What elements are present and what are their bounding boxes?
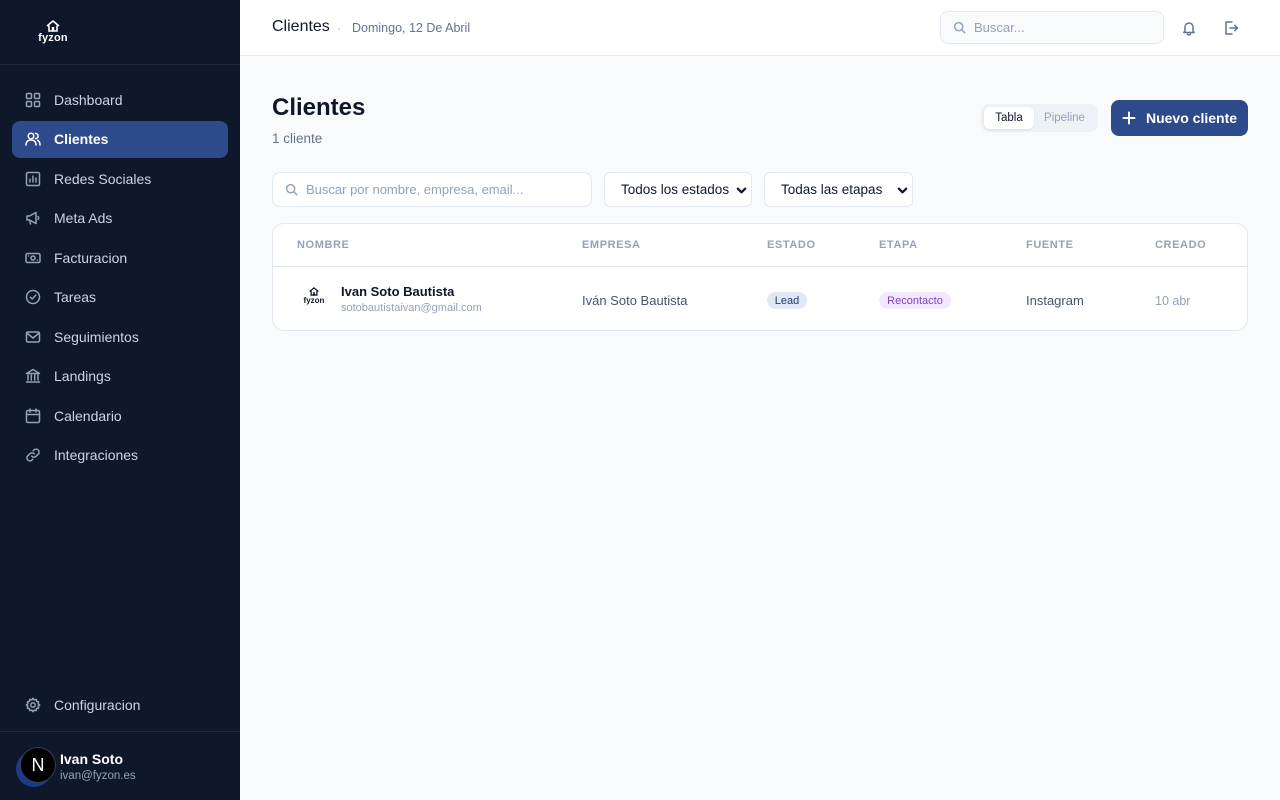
topbar-title: Clientes xyxy=(272,18,330,35)
sidebar-item-integraciones[interactable]: Integraciones xyxy=(12,437,228,474)
clients-table: NOMBRE EMPRESA ESTADO ETAPA FUENTE CREAD… xyxy=(272,223,1248,331)
sidebar-item-dashboard[interactable]: Dashboard xyxy=(12,81,228,118)
sidebar-item-redes-sociales[interactable]: Redes Sociales xyxy=(12,160,228,197)
app-logo[interactable]: fyzon xyxy=(38,20,68,44)
home-logo-icon xyxy=(309,287,319,296)
column-header-estado[interactable]: ESTADO xyxy=(767,239,816,251)
sidebar-item-label: Calendario xyxy=(54,407,122,424)
sidebar-item-calendario[interactable]: Calendario xyxy=(12,397,228,434)
link-icon xyxy=(25,447,41,463)
column-header-empresa[interactable]: EMPRESA xyxy=(582,239,641,251)
client-count: 1 cliente xyxy=(272,131,323,146)
sidebar-item-label: Seguimientos xyxy=(54,328,139,345)
notifications-button[interactable] xyxy=(1179,18,1199,38)
sidebar-item-label: Redes Sociales xyxy=(54,170,152,187)
stage-badge: Recontacto xyxy=(879,292,951,309)
sidebar-item-label: Integraciones xyxy=(54,447,139,463)
new-client-label: Nuevo cliente xyxy=(1145,110,1238,126)
new-client-button[interactable]: Nuevo cliente xyxy=(1111,100,1248,136)
search-icon xyxy=(953,21,966,34)
status-filter-select[interactable]: Todos los estados xyxy=(604,172,752,207)
status-filter-value: Todos los estados xyxy=(621,182,730,197)
view-toggle-pipeline[interactable]: Pipeline xyxy=(1034,107,1095,129)
sidebar-item-label: Tareas xyxy=(54,289,97,305)
topbar: Clientes · Domingo, 12 De Abril xyxy=(240,0,1280,56)
topbar-date: Domingo, 12 De Abril xyxy=(352,21,471,35)
client-name[interactable]: Ivan Soto Bautista xyxy=(341,284,454,299)
topbar-separator: · xyxy=(337,21,341,35)
column-header-fuente[interactable]: FUENTE xyxy=(1026,239,1074,251)
sidebar-item-seguimientos[interactable]: Seguimientos xyxy=(12,318,228,355)
banknote-icon xyxy=(25,250,41,266)
stage-filter-select[interactable]: Todas las etapas xyxy=(764,172,913,207)
users-icon xyxy=(25,131,41,147)
logout-icon xyxy=(1225,21,1239,35)
client-search[interactable] xyxy=(272,172,592,207)
sidebar-nav: Dashboard Clientes Redes Sociales Meta A… xyxy=(12,81,228,476)
sidebar-item-label: Configuracion xyxy=(54,696,141,713)
sidebar-item-label: Clientes xyxy=(54,131,109,147)
global-search-input[interactable] xyxy=(974,20,1154,35)
search-icon xyxy=(285,183,298,196)
table-row[interactable]: fyzon Ivan Soto Bautista sotobautistaiva… xyxy=(273,267,1247,330)
logout-button[interactable] xyxy=(1221,18,1241,38)
sidebar-item-label: Meta Ads xyxy=(54,210,113,226)
sidebar-item-meta-ads[interactable]: Meta Ads xyxy=(12,200,228,237)
sidebar-config: Configuracion xyxy=(12,686,228,726)
column-header-nombre[interactable]: NOMBRE xyxy=(297,239,350,251)
landmark-icon xyxy=(25,368,41,384)
client-search-input[interactable] xyxy=(306,182,576,197)
avatar[interactable]: N xyxy=(16,747,56,787)
chevron-down-icon xyxy=(897,184,908,199)
sidebar-item-tareas[interactable]: Tareas xyxy=(12,279,228,316)
plus-icon xyxy=(1122,111,1136,125)
bar-chart-icon xyxy=(25,171,41,187)
view-toggle: Tabla Pipeline xyxy=(981,104,1098,132)
sidebar-item-label: Landings xyxy=(54,368,111,384)
sidebar-item-landings[interactable]: Landings xyxy=(12,358,228,395)
column-header-creado[interactable]: CREADO xyxy=(1155,239,1206,251)
sidebar-item-clientes[interactable]: Clientes xyxy=(12,120,228,158)
logo-text: fyzon xyxy=(38,32,68,44)
sidebar-item-label: Dashboard xyxy=(54,91,123,108)
column-header-etapa[interactable]: ETAPA xyxy=(879,239,918,251)
grid-icon xyxy=(25,92,41,108)
client-company: Iván Soto Bautista xyxy=(582,293,688,308)
logo-area: fyzon xyxy=(0,0,240,65)
user-profile[interactable]: N Ivan Soto ivan@fyzon.es xyxy=(0,731,240,800)
page-title: Clientes xyxy=(272,94,366,121)
client-created-date: 10 abr xyxy=(1155,294,1191,308)
user-name: Ivan Soto xyxy=(60,751,124,767)
calendar-icon xyxy=(25,407,41,424)
client-source: Instagram xyxy=(1026,293,1084,308)
home-logo-icon xyxy=(46,20,60,32)
client-avatar: fyzon xyxy=(298,287,330,313)
view-toggle-table[interactable]: Tabla xyxy=(984,107,1034,129)
status-badge: Lead xyxy=(767,292,807,309)
sidebar-item-configuracion[interactable]: Configuracion xyxy=(12,686,228,723)
sidebar-item-facturacion[interactable]: Facturacion xyxy=(12,239,228,276)
chevron-down-icon xyxy=(736,184,747,199)
client-email: sotobautistaivan@gmail.com xyxy=(341,302,482,314)
user-email: ivan@fyzon.es xyxy=(60,770,136,782)
gear-icon xyxy=(25,697,41,713)
global-search[interactable] xyxy=(940,11,1164,44)
sidebar: fyzon Dashboard Clientes Redes Sociales … xyxy=(0,0,240,800)
mail-icon xyxy=(25,329,41,345)
check-circle-icon xyxy=(25,289,41,305)
bell-icon xyxy=(1183,22,1195,36)
stage-filter-value: Todas las etapas xyxy=(781,182,883,197)
megaphone-icon xyxy=(25,210,41,226)
avatar-initial: N xyxy=(20,747,56,783)
sidebar-item-label: Facturacion xyxy=(54,249,128,266)
client-avatar-text: fyzon xyxy=(303,296,325,305)
